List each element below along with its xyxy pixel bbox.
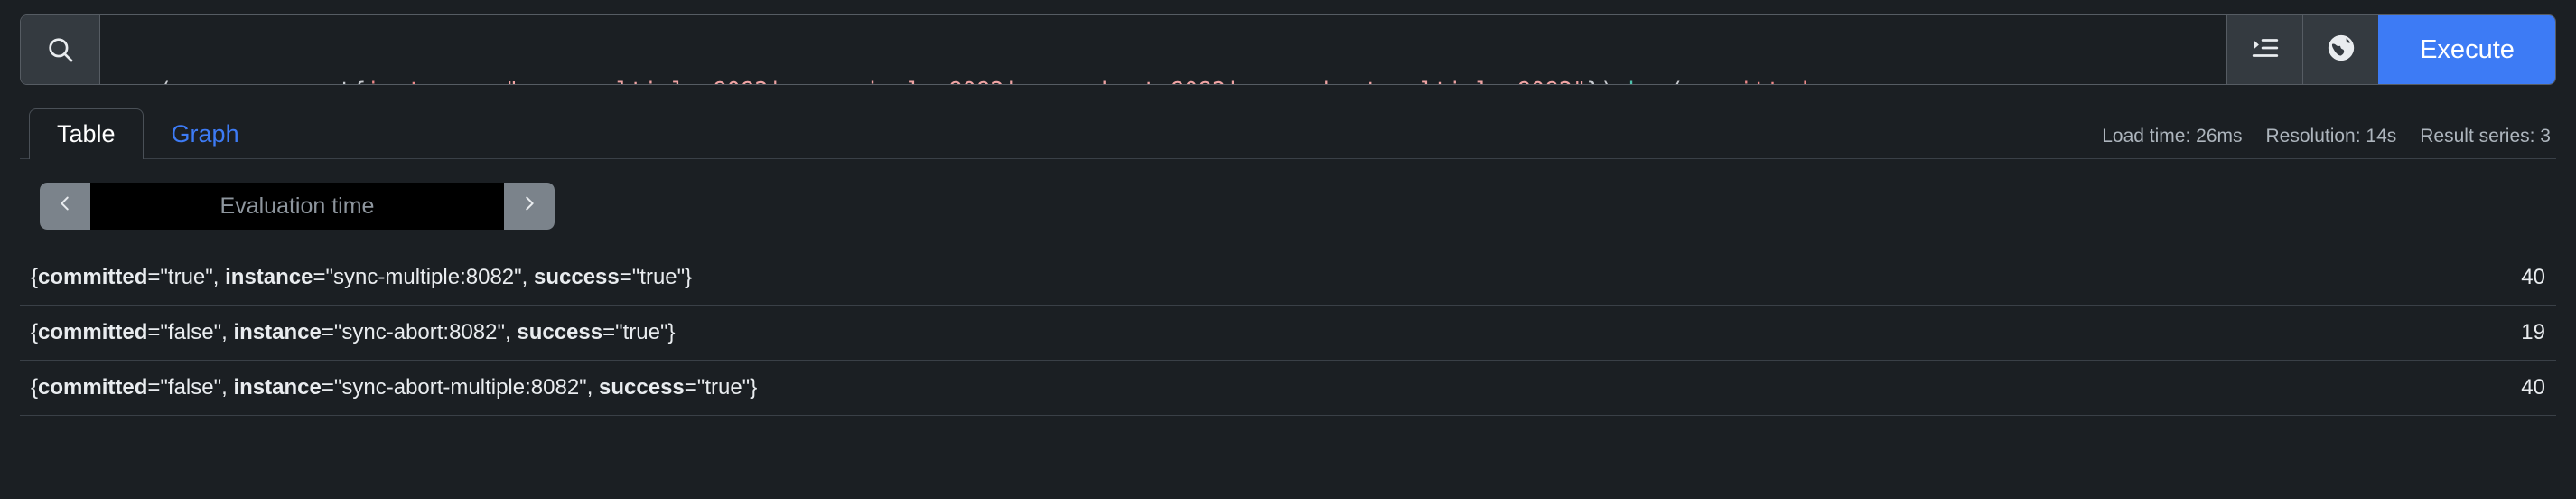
series-value-cell: 19 — [2375, 305, 2556, 361]
expr-token-string: "sync-multiple:8082|sync-simple:8082|syn… — [505, 78, 1586, 84]
evaluation-time-group — [40, 183, 555, 230]
expr-token-punct: ( — [1670, 78, 1684, 84]
search-icon — [45, 34, 76, 65]
label-value: ="sync-multiple:8082", — [313, 265, 534, 289]
load-time-stat: Load time: 26ms — [2102, 126, 2243, 146]
result-series-stat: Result series: 3 — [2420, 126, 2551, 146]
format-expression-button[interactable] — [2226, 15, 2302, 84]
chevron-left-icon — [55, 192, 75, 221]
globe-button[interactable] — [2302, 15, 2378, 84]
query-bar: sum(messages_sent{instance=~"sync-multip… — [20, 14, 2556, 85]
tab-graph[interactable]: Graph — [144, 108, 267, 159]
expression-line-1: sum(messages_sent{instance=~"sync-multip… — [117, 78, 2210, 84]
series-value-cell: 40 — [2375, 250, 2556, 306]
table-row: {committed="false", instance="sync-abort… — [20, 360, 2556, 416]
expr-token-label: committed — [1684, 78, 1808, 84]
label-value: ="false", — [147, 320, 234, 344]
brace-open: { — [31, 265, 39, 289]
evaluation-time-section — [20, 159, 2556, 230]
expr-token-punct: { — [352, 78, 366, 84]
label-value: ="true", — [147, 265, 226, 289]
label-name: committed — [38, 375, 148, 400]
tab-table[interactable]: Table — [29, 108, 144, 159]
brace-open: { — [31, 375, 39, 400]
search-button[interactable] — [21, 15, 100, 84]
evaluation-time-prev-button[interactable] — [40, 183, 90, 230]
label-value: ="true" — [684, 375, 751, 400]
label-value: ="true" — [619, 265, 686, 289]
expr-token-fn: sum — [117, 78, 158, 84]
label-name: success — [517, 320, 603, 344]
table-row: {committed="false", instance="sync-abort… — [20, 305, 2556, 361]
brace-close: } — [750, 375, 758, 400]
query-expression-input[interactable]: sum(messages_sent{instance=~"sync-multip… — [100, 15, 2226, 84]
label-name: instance — [233, 375, 322, 400]
evaluation-time-input[interactable] — [90, 183, 504, 230]
query-stats: Load time: 26ms Resolution: 14s Result s… — [2102, 126, 2556, 158]
format-expression-icon — [2250, 33, 2281, 68]
execute-button[interactable]: Execute — [2378, 15, 2555, 84]
resolution-stat: Resolution: 14s — [2265, 126, 2397, 146]
label-name: instance — [225, 265, 313, 289]
table-row: {committed="true", instance="sync-multip… — [20, 250, 2556, 306]
expr-token-punct: ( — [158, 78, 172, 84]
series-labels-cell: {committed="false", instance="sync-abort… — [20, 305, 2375, 361]
label-value: ="true" — [602, 320, 668, 344]
label-name: committed — [38, 265, 148, 289]
expr-token-punct: }) — [1586, 78, 1614, 84]
brace-close: } — [685, 265, 693, 289]
result-tabs: Table Graph — [20, 108, 267, 159]
label-value: ="sync-abort-multiple:8082", — [321, 375, 600, 400]
label-name: instance — [233, 320, 322, 344]
chevron-right-icon — [519, 192, 539, 221]
series-value-cell: 40 — [2375, 360, 2556, 416]
evaluation-time-next-button[interactable] — [504, 183, 555, 230]
series-labels-cell: {committed="true", instance="sync-multip… — [20, 250, 2375, 306]
globe-icon — [2326, 33, 2357, 68]
brace-close: } — [667, 320, 676, 344]
expr-token-label: instance — [366, 78, 477, 84]
label-value: ="sync-abort:8082", — [321, 320, 518, 344]
prometheus-query-page: sum(messages_sent{instance=~"sync-multip… — [0, 0, 2576, 499]
label-value: ="false", — [147, 375, 234, 400]
expr-token-metric: messages_sent — [172, 78, 352, 84]
expr-token-punct: =~ — [477, 78, 505, 84]
result-tabs-row: Table Graph Load time: 26ms Resolution: … — [20, 107, 2556, 159]
label-name: success — [534, 265, 620, 289]
label-name: success — [599, 375, 685, 400]
label-name: committed — [38, 320, 148, 344]
brace-open: { — [31, 320, 39, 344]
expr-token-kw: by — [1614, 78, 1669, 84]
series-labels-cell: {committed="false", instance="sync-abort… — [20, 360, 2375, 416]
expr-token-punct: , — [1808, 78, 1822, 84]
results-table: {committed="true", instance="sync-multip… — [20, 250, 2556, 416]
